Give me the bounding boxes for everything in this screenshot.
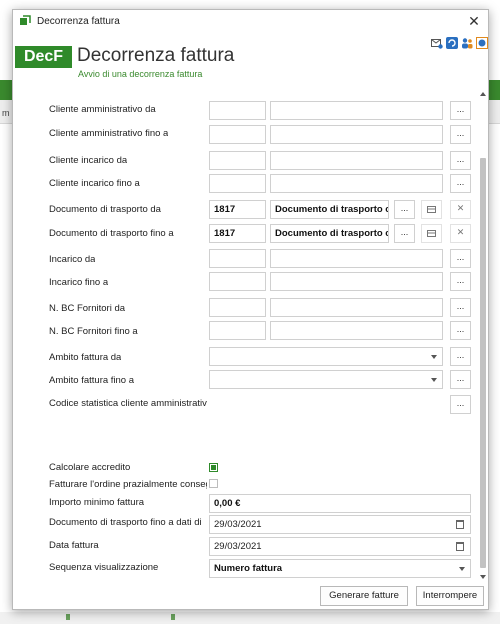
cancel-button[interactable]: Interrompere (416, 586, 484, 606)
label-sequenza: Sequenza visualizzazione (49, 562, 159, 573)
cliente-amministrativo-fino-code[interactable] (209, 125, 266, 144)
cliente-incarico-da-code[interactable] (209, 151, 266, 170)
data-fattura-value: 29/03/2021 (214, 541, 262, 552)
ddt-da-desc[interactable]: Documento di trasporto c (270, 200, 389, 219)
ambito-da-select[interactable] (209, 347, 443, 366)
form-scroll-area[interactable]: Cliente amministrativo da ... Cliente am… (13, 85, 488, 585)
help-icon[interactable] (476, 37, 488, 49)
ddt-data-input[interactable]: 29/03/2021 (209, 515, 471, 534)
label-bc-fornitori-fino: N. BC Fornitori fino a (49, 326, 138, 337)
form-icon (427, 206, 436, 213)
ddt-da-lookup-button[interactable]: ... (394, 200, 415, 219)
ddt-da-open-button[interactable] (421, 200, 442, 219)
title-bar[interactable]: Decorrenza fattura ✕ (13, 10, 488, 32)
cliente-incarico-fino-desc[interactable] (270, 174, 443, 193)
label-importo-minimo: Importo minimo fattura (49, 497, 145, 508)
scroll-up-icon[interactable] (480, 92, 486, 96)
cliente-amministrativo-da-lookup-button[interactable]: ... (450, 101, 471, 120)
incarico-da-code[interactable] (209, 249, 266, 268)
label-ddt-fino: Documento di trasporto fino a (49, 228, 174, 239)
label-cliente-amministrativo-fino: Cliente amministrativo fino a (49, 128, 169, 139)
close-button[interactable]: ✕ (465, 12, 483, 30)
bc-fornitori-da-desc[interactable] (270, 298, 443, 317)
header-toolbar (431, 37, 491, 51)
window-title: Decorrenza fattura (37, 16, 120, 27)
label-ambito-fino: Ambito fattura fino a (49, 375, 135, 386)
importo-minimo-input[interactable]: 0,00 € (209, 494, 471, 513)
cliente-amministrativo-da-code[interactable] (209, 101, 266, 120)
cliente-incarico-da-lookup-button[interactable]: ... (450, 151, 471, 170)
incarico-fino-lookup-button[interactable]: ... (450, 272, 471, 291)
app-background-text: m (2, 108, 10, 118)
ddt-fino-open-button[interactable] (421, 224, 442, 243)
fatturare-parziale-checkbox[interactable] (209, 479, 218, 488)
label-cliente-amministrativo-da: Cliente amministrativo da (49, 104, 156, 115)
label-incarico-fino: Incarico fino a (49, 277, 109, 288)
ambito-fino-lookup-button[interactable]: ... (450, 370, 471, 389)
incarico-da-desc[interactable] (270, 249, 443, 268)
cliente-amministrativo-fino-lookup-button[interactable]: ... (450, 125, 471, 144)
label-fatturare-parziale: Fatturare l'ordine prazialmente consegna… (49, 479, 207, 490)
cliente-incarico-fino-code[interactable] (209, 174, 266, 193)
bc-fornitori-fino-desc[interactable] (270, 321, 443, 340)
label-cliente-incarico-da: Cliente incarico da (49, 155, 128, 166)
cliente-incarico-fino-lookup-button[interactable]: ... (450, 174, 471, 193)
ddt-da-code[interactable]: 1817 (209, 200, 266, 219)
mail-settings-icon[interactable] (431, 37, 443, 49)
incarico-fino-desc[interactable] (270, 272, 443, 291)
ddt-data-value: 29/03/2021 (214, 519, 262, 530)
calendar-icon[interactable] (456, 542, 464, 551)
label-ddt-data: Documento di trasporto fino a dati di (49, 517, 202, 528)
app-background-bottom (0, 612, 500, 624)
label-calcolare-accredito: Calcolare accredito (49, 462, 131, 473)
data-fattura-input[interactable]: 29/03/2021 (209, 537, 471, 556)
calendar-icon[interactable] (456, 520, 464, 529)
scroll-thumb[interactable] (480, 158, 486, 568)
app-icon (20, 15, 31, 25)
label-codice-statistica: Codice statistica cliente amministrativo (49, 398, 207, 409)
app-background-marker (171, 614, 175, 620)
form-icon (427, 230, 436, 237)
module-logo: DecF (15, 46, 72, 68)
ddt-fino-code[interactable]: 1817 (209, 224, 266, 243)
label-bc-fornitori-da: N. BC Fornitori da (49, 303, 126, 314)
cliente-amministrativo-fino-desc[interactable] (270, 125, 443, 144)
cliente-incarico-da-desc[interactable] (270, 151, 443, 170)
vertical-scrollbar[interactable] (478, 88, 488, 583)
incarico-da-lookup-button[interactable]: ... (450, 249, 471, 268)
page-title: Decorrenza fattura (77, 45, 235, 66)
label-cliente-incarico-fino: Cliente incarico fino a (49, 178, 140, 189)
refresh-icon[interactable] (446, 37, 458, 49)
bc-fornitori-fino-code[interactable] (209, 321, 266, 340)
chevron-down-icon (431, 355, 437, 359)
ddt-fino-clear-button[interactable]: ✕ (450, 224, 471, 243)
incarico-fino-code[interactable] (209, 272, 266, 291)
ambito-fino-select[interactable] (209, 370, 443, 389)
users-icon[interactable] (461, 37, 473, 49)
bc-fornitori-fino-lookup-button[interactable]: ... (450, 321, 471, 340)
page-subtitle: Avvio di una decorrenza fattura (78, 69, 203, 79)
label-ambito-da: Ambito fattura da (49, 352, 122, 363)
chevron-down-icon (459, 567, 465, 571)
generate-invoices-button[interactable]: Generare fatture (320, 586, 408, 606)
bc-fornitori-da-code[interactable] (209, 298, 266, 317)
app-background-marker (66, 614, 70, 620)
chevron-down-icon (431, 378, 437, 382)
label-incarico-da: Incarico da (49, 254, 96, 265)
calcolare-accredito-checkbox[interactable] (209, 463, 218, 472)
label-ddt-da: Documento di trasporto da (49, 204, 161, 215)
ddt-da-clear-button[interactable]: ✕ (450, 200, 471, 219)
ambito-da-lookup-button[interactable]: ... (450, 347, 471, 366)
label-data-fattura: Data fattura (49, 540, 99, 551)
decorrenza-dialog: Decorrenza fattura ✕ DecF Decorrenza fat… (12, 9, 489, 610)
codice-statistica-lookup-button[interactable]: ... (450, 395, 471, 414)
bc-fornitori-da-lookup-button[interactable]: ... (450, 298, 471, 317)
ddt-fino-lookup-button[interactable]: ... (394, 224, 415, 243)
scroll-down-icon[interactable] (480, 575, 486, 579)
ddt-fino-desc[interactable]: Documento di trasporto c (270, 224, 389, 243)
cliente-amministrativo-da-desc[interactable] (270, 101, 443, 120)
sequenza-value: Numero fattura (214, 563, 283, 574)
sequenza-select[interactable]: Numero fattura (209, 559, 471, 578)
